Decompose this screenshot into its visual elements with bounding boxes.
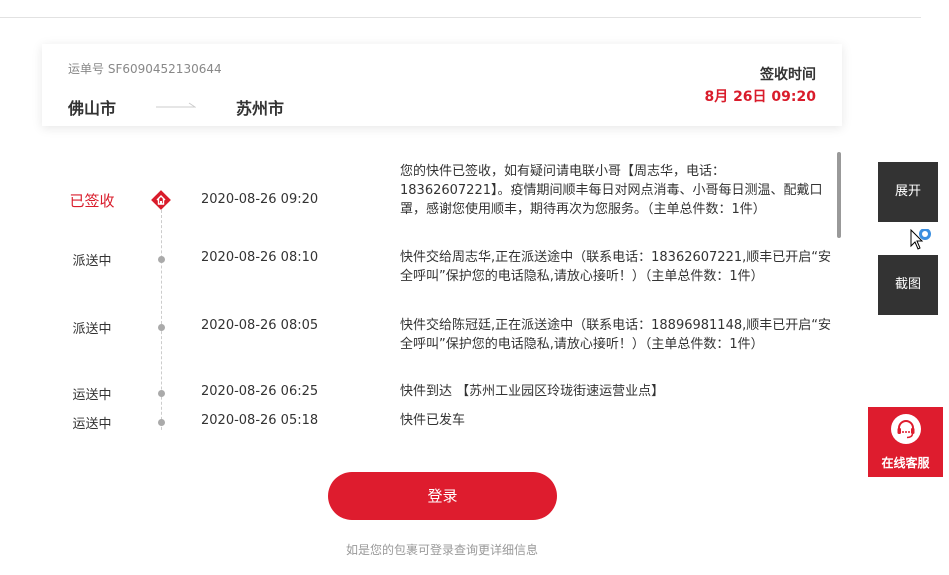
tracking-timeline[interactable]: 已签收 2020-08-26 09:20 您的快件已签收，如有疑问请电联小哥【周…: [42, 150, 842, 432]
waybill-value: SF6090452130644: [107, 62, 222, 76]
tracking-desc: 您的快件已签收，如有疑问请电联小哥【周志华，电话：18362607221】。疫情…: [400, 164, 823, 217]
waybill-number: 运单号 SF6090452130644: [68, 60, 222, 77]
tracking-time: 2020-08-26 09:20: [201, 192, 319, 207]
tracking-status: 运送中: [72, 388, 112, 403]
tracking-time: 2020-08-26 08:05: [201, 318, 319, 333]
login-button[interactable]: 登录: [328, 472, 557, 520]
tracking-status: 派送中: [72, 254, 112, 269]
tracking-status: 派送中: [72, 322, 112, 337]
origin-city: 佛山市: [68, 99, 117, 118]
home-icon: [151, 190, 171, 210]
tracking-status: 已签收: [69, 192, 115, 210]
login-hint: 如是您的包裹可登录查询更详细信息: [345, 543, 538, 557]
tracking-desc: 快件已发车: [400, 413, 466, 428]
headset-icon: [891, 414, 921, 444]
tracking-desc: 快件交给陈冠廷,正在派送途中（联系电话：18896981148,顺丰已开启“安全…: [400, 318, 831, 352]
online-service-button[interactable]: 在线客服: [868, 407, 943, 477]
destination-city: 苏州市: [236, 99, 285, 118]
tracking-status: 运送中: [72, 417, 112, 432]
waybill-card: 运单号 SF6090452130644 佛山市 苏州市 签收时间 8月 26日 …: [42, 44, 842, 126]
online-service-label: 在线客服: [881, 456, 930, 470]
route-arrow-icon: [156, 102, 196, 108]
top-divider: [0, 17, 921, 18]
timeline-dot: [158, 390, 165, 397]
timeline-dot: [158, 419, 165, 426]
timeline-scrollbar[interactable]: [837, 152, 841, 238]
tracking-time: 2020-08-26 05:18: [201, 413, 319, 428]
sign-time-label: 签收时间: [760, 67, 816, 83]
tracking-time: 2020-08-26 08:10: [201, 250, 319, 265]
tracking-desc: 快件交给周志华,正在派送途中（联系电话：18362607221,顺丰已开启“安全…: [400, 250, 831, 284]
timeline-dot: [158, 324, 165, 331]
waybill-label: 运单号: [68, 62, 105, 76]
mouse-pointer-icon: [910, 229, 931, 250]
sign-time-value: 8月 26日 09:20: [704, 89, 816, 105]
tracking-time: 2020-08-26 06:25: [201, 384, 319, 399]
expand-button[interactable]: 展开: [878, 162, 938, 222]
timeline-line: [161, 210, 162, 432]
screenshot-button[interactable]: 截图: [878, 255, 938, 315]
timeline-dot: [158, 256, 165, 263]
tracking-desc: 快件到达 【苏州工业园区玲珑街速运营业点】: [400, 384, 665, 399]
